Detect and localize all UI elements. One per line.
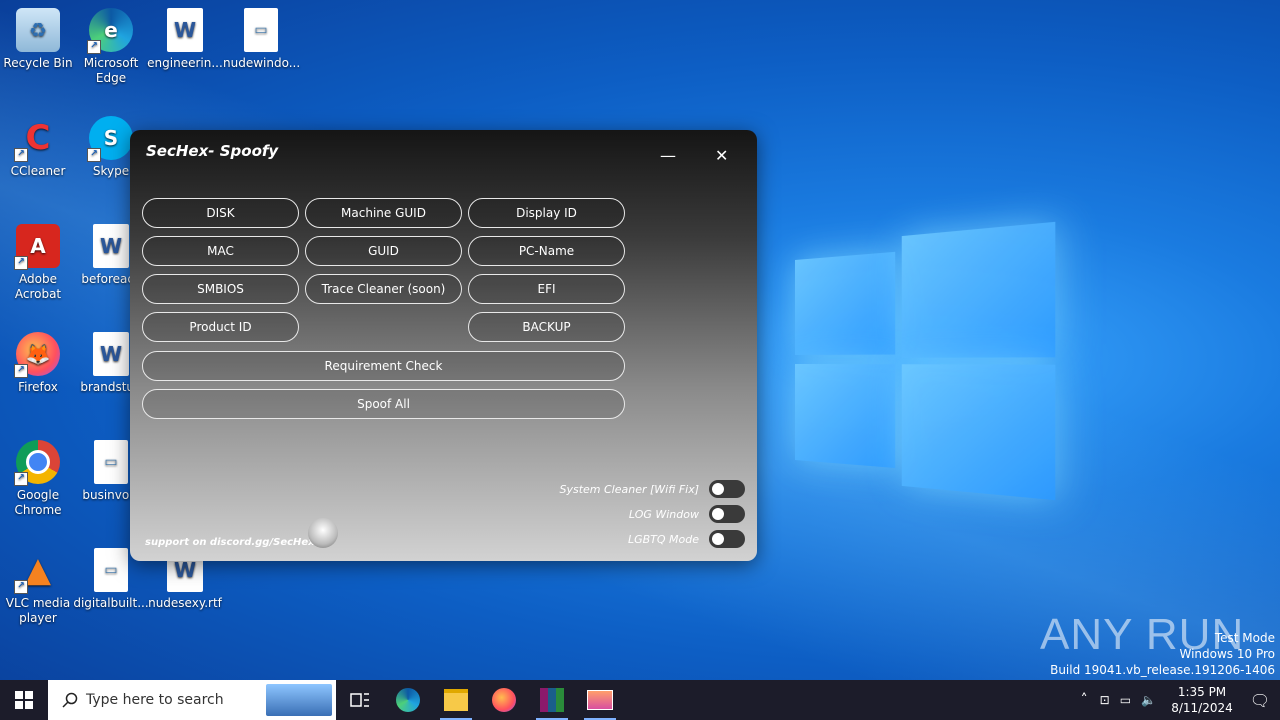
requirement-check-button[interactable]: Requirement Check — [142, 351, 625, 381]
recycle-bin-icon: ♻ — [16, 8, 60, 52]
desktop-icon-label: digitalbuilt... — [73, 596, 149, 610]
edge-icon: e ↗ — [87, 8, 133, 54]
desktop-icon-edge[interactable]: e ↗ Microsoft Edge — [73, 8, 149, 86]
guid-button[interactable]: GUID — [305, 236, 462, 266]
log-window-toggle[interactable] — [709, 505, 745, 523]
search-highlight-image — [266, 684, 332, 716]
task-view-button[interactable] — [336, 680, 384, 720]
desktop-icon-vlc[interactable]: ▲ ↗ VLC media player — [0, 548, 76, 626]
watermark-line2: Windows 10 Pro — [1179, 647, 1275, 661]
taskbar-sechex-app[interactable] — [576, 680, 624, 720]
taskbar: Type here to search ˄ ⊡ ▭ 🔈 1:35 PM 8/11… — [0, 680, 1280, 720]
efi-button[interactable]: EFI — [468, 274, 625, 304]
system-cleaner-toggle[interactable] — [709, 480, 745, 498]
network-icon[interactable]: ⊡ — [1100, 693, 1110, 707]
chevron-up-icon[interactable]: ˄ — [1081, 692, 1088, 708]
word-doc-icon: W — [93, 332, 129, 376]
taskbar-edge[interactable] — [384, 680, 432, 720]
desktop-icon-label: CCleaner — [10, 164, 66, 178]
windows-start-icon — [15, 691, 33, 709]
smbios-button[interactable]: SMBIOS — [142, 274, 299, 304]
word-doc-icon: W — [167, 8, 203, 52]
edge-icon — [396, 688, 420, 712]
desktop-icon-label: Recycle Bin — [3, 56, 73, 70]
window-title: SecHex- Spoofy — [146, 142, 279, 160]
desktop-icon-label: Adobe Acrobat — [14, 272, 62, 301]
taskbar-winrar[interactable] — [528, 680, 576, 720]
ccleaner-icon: C ↗ — [14, 116, 60, 162]
desktop-icon-label: VLC media player — [5, 596, 71, 625]
skype-icon: S ↗ — [87, 116, 133, 162]
taskbar-search-box[interactable]: Type here to search — [48, 680, 336, 720]
acrobat-icon: A ↗ — [14, 224, 60, 270]
skull-logo-icon — [308, 518, 338, 548]
desktop-icon-recycle-bin[interactable]: ♻ Recycle Bin — [0, 8, 76, 71]
display-id-button[interactable]: Display ID — [468, 198, 625, 228]
volume-icon[interactable]: 🔈 — [1141, 693, 1156, 707]
clock-time: 1:35 PM — [1177, 685, 1227, 699]
monitor-icon[interactable]: ▭ — [1120, 693, 1131, 707]
clock-date: 8/11/2024 — [1171, 701, 1233, 715]
desktop-icon-label: Microsoft Edge — [83, 56, 139, 85]
product-id-button[interactable]: Product ID — [142, 312, 299, 342]
minimize-button[interactable]: — — [660, 146, 676, 165]
notifications-icon[interactable]: 🗨 — [1240, 691, 1280, 710]
spoof-all-button[interactable]: Spoof All — [142, 389, 625, 419]
desktop-icon-nudewindo[interactable]: ▭ nudewindo... — [223, 8, 301, 71]
desktop-icon-label: Google Chrome — [14, 488, 62, 517]
system-tray: ˄ ⊡ ▭ 🔈 1:35 PM 8/11/2024 🗨 — [1081, 680, 1280, 720]
close-button[interactable]: ✕ — [715, 146, 728, 165]
search-icon — [62, 692, 78, 708]
desktop-icon-adobe-acrobat[interactable]: A ↗ Adobe Acrobat — [0, 224, 76, 302]
system-cleaner-row: System Cleaner [Wifi Fix] — [559, 480, 745, 498]
desktop-icon-label: engineerin... — [147, 56, 223, 70]
search-placeholder: Type here to search — [86, 692, 224, 708]
trace-cleaner-button[interactable]: Trace Cleaner (soon) — [305, 274, 462, 304]
chrome-icon: ↗ — [14, 440, 60, 486]
watermark-line1: Test Mode — [1214, 631, 1275, 645]
firefox-icon: 🦊 ↗ — [14, 332, 60, 378]
task-view-icon — [350, 693, 369, 707]
lgbtq-mode-label: LGBTQ Mode — [627, 532, 699, 546]
firefox-icon — [492, 688, 516, 712]
log-window-row: LOG Window — [629, 505, 745, 523]
start-button[interactable] — [0, 680, 48, 720]
image-file-icon: ▭ — [94, 440, 128, 484]
taskbar-firefox[interactable] — [480, 680, 528, 720]
desktop-icon-label: nudesexy.rtf — [148, 596, 222, 610]
desktop-icon-engineering-doc[interactable]: W engineerin... — [147, 8, 223, 71]
watermark-line3: Build 19041.vb_release.191206-1406 — [1050, 663, 1275, 677]
system-cleaner-label: System Cleaner [Wifi Fix] — [559, 482, 699, 496]
taskbar-file-explorer[interactable] — [432, 680, 480, 720]
lgbtq-mode-row: LGBTQ Mode — [628, 530, 745, 548]
machine-guid-button[interactable]: Machine GUID — [305, 198, 462, 228]
mac-button[interactable]: MAC — [142, 236, 299, 266]
folder-icon — [444, 689, 468, 711]
winrar-icon — [540, 688, 564, 712]
log-window-label: LOG Window — [628, 507, 699, 521]
app-window-icon — [587, 690, 613, 710]
image-file-icon: ▭ — [94, 548, 128, 592]
support-link[interactable]: support on discord.gg/SecHex — [145, 537, 315, 548]
test-mode-watermark: Test Mode Windows 10 Pro Build 19041.vb_… — [1050, 630, 1275, 678]
pc-name-button[interactable]: PC-Name — [468, 236, 625, 266]
clock[interactable]: 1:35 PM 8/11/2024 — [1164, 684, 1240, 716]
disk-button[interactable]: DISK — [142, 198, 299, 228]
desktop-icon-firefox[interactable]: 🦊 ↗ Firefox — [0, 332, 76, 395]
windows-logo-wallpaper — [795, 217, 1059, 506]
desktop-icon-ccleaner[interactable]: C ↗ CCleaner — [0, 116, 76, 179]
sechex-spoofy-window: SecHex- Spoofy — ✕ DISK Machine GUID Dis… — [130, 130, 757, 561]
desktop-icon-label: nudewindo... — [223, 56, 301, 70]
desktop-icon-chrome[interactable]: ↗ Google Chrome — [0, 440, 76, 518]
image-file-icon: ▭ — [244, 8, 278, 52]
vlc-icon: ▲ ↗ — [14, 548, 60, 594]
backup-button[interactable]: BACKUP — [468, 312, 625, 342]
word-doc-icon: W — [93, 224, 129, 268]
lgbtq-mode-toggle[interactable] — [709, 530, 745, 548]
desktop-icon-label: Firefox — [18, 380, 58, 394]
